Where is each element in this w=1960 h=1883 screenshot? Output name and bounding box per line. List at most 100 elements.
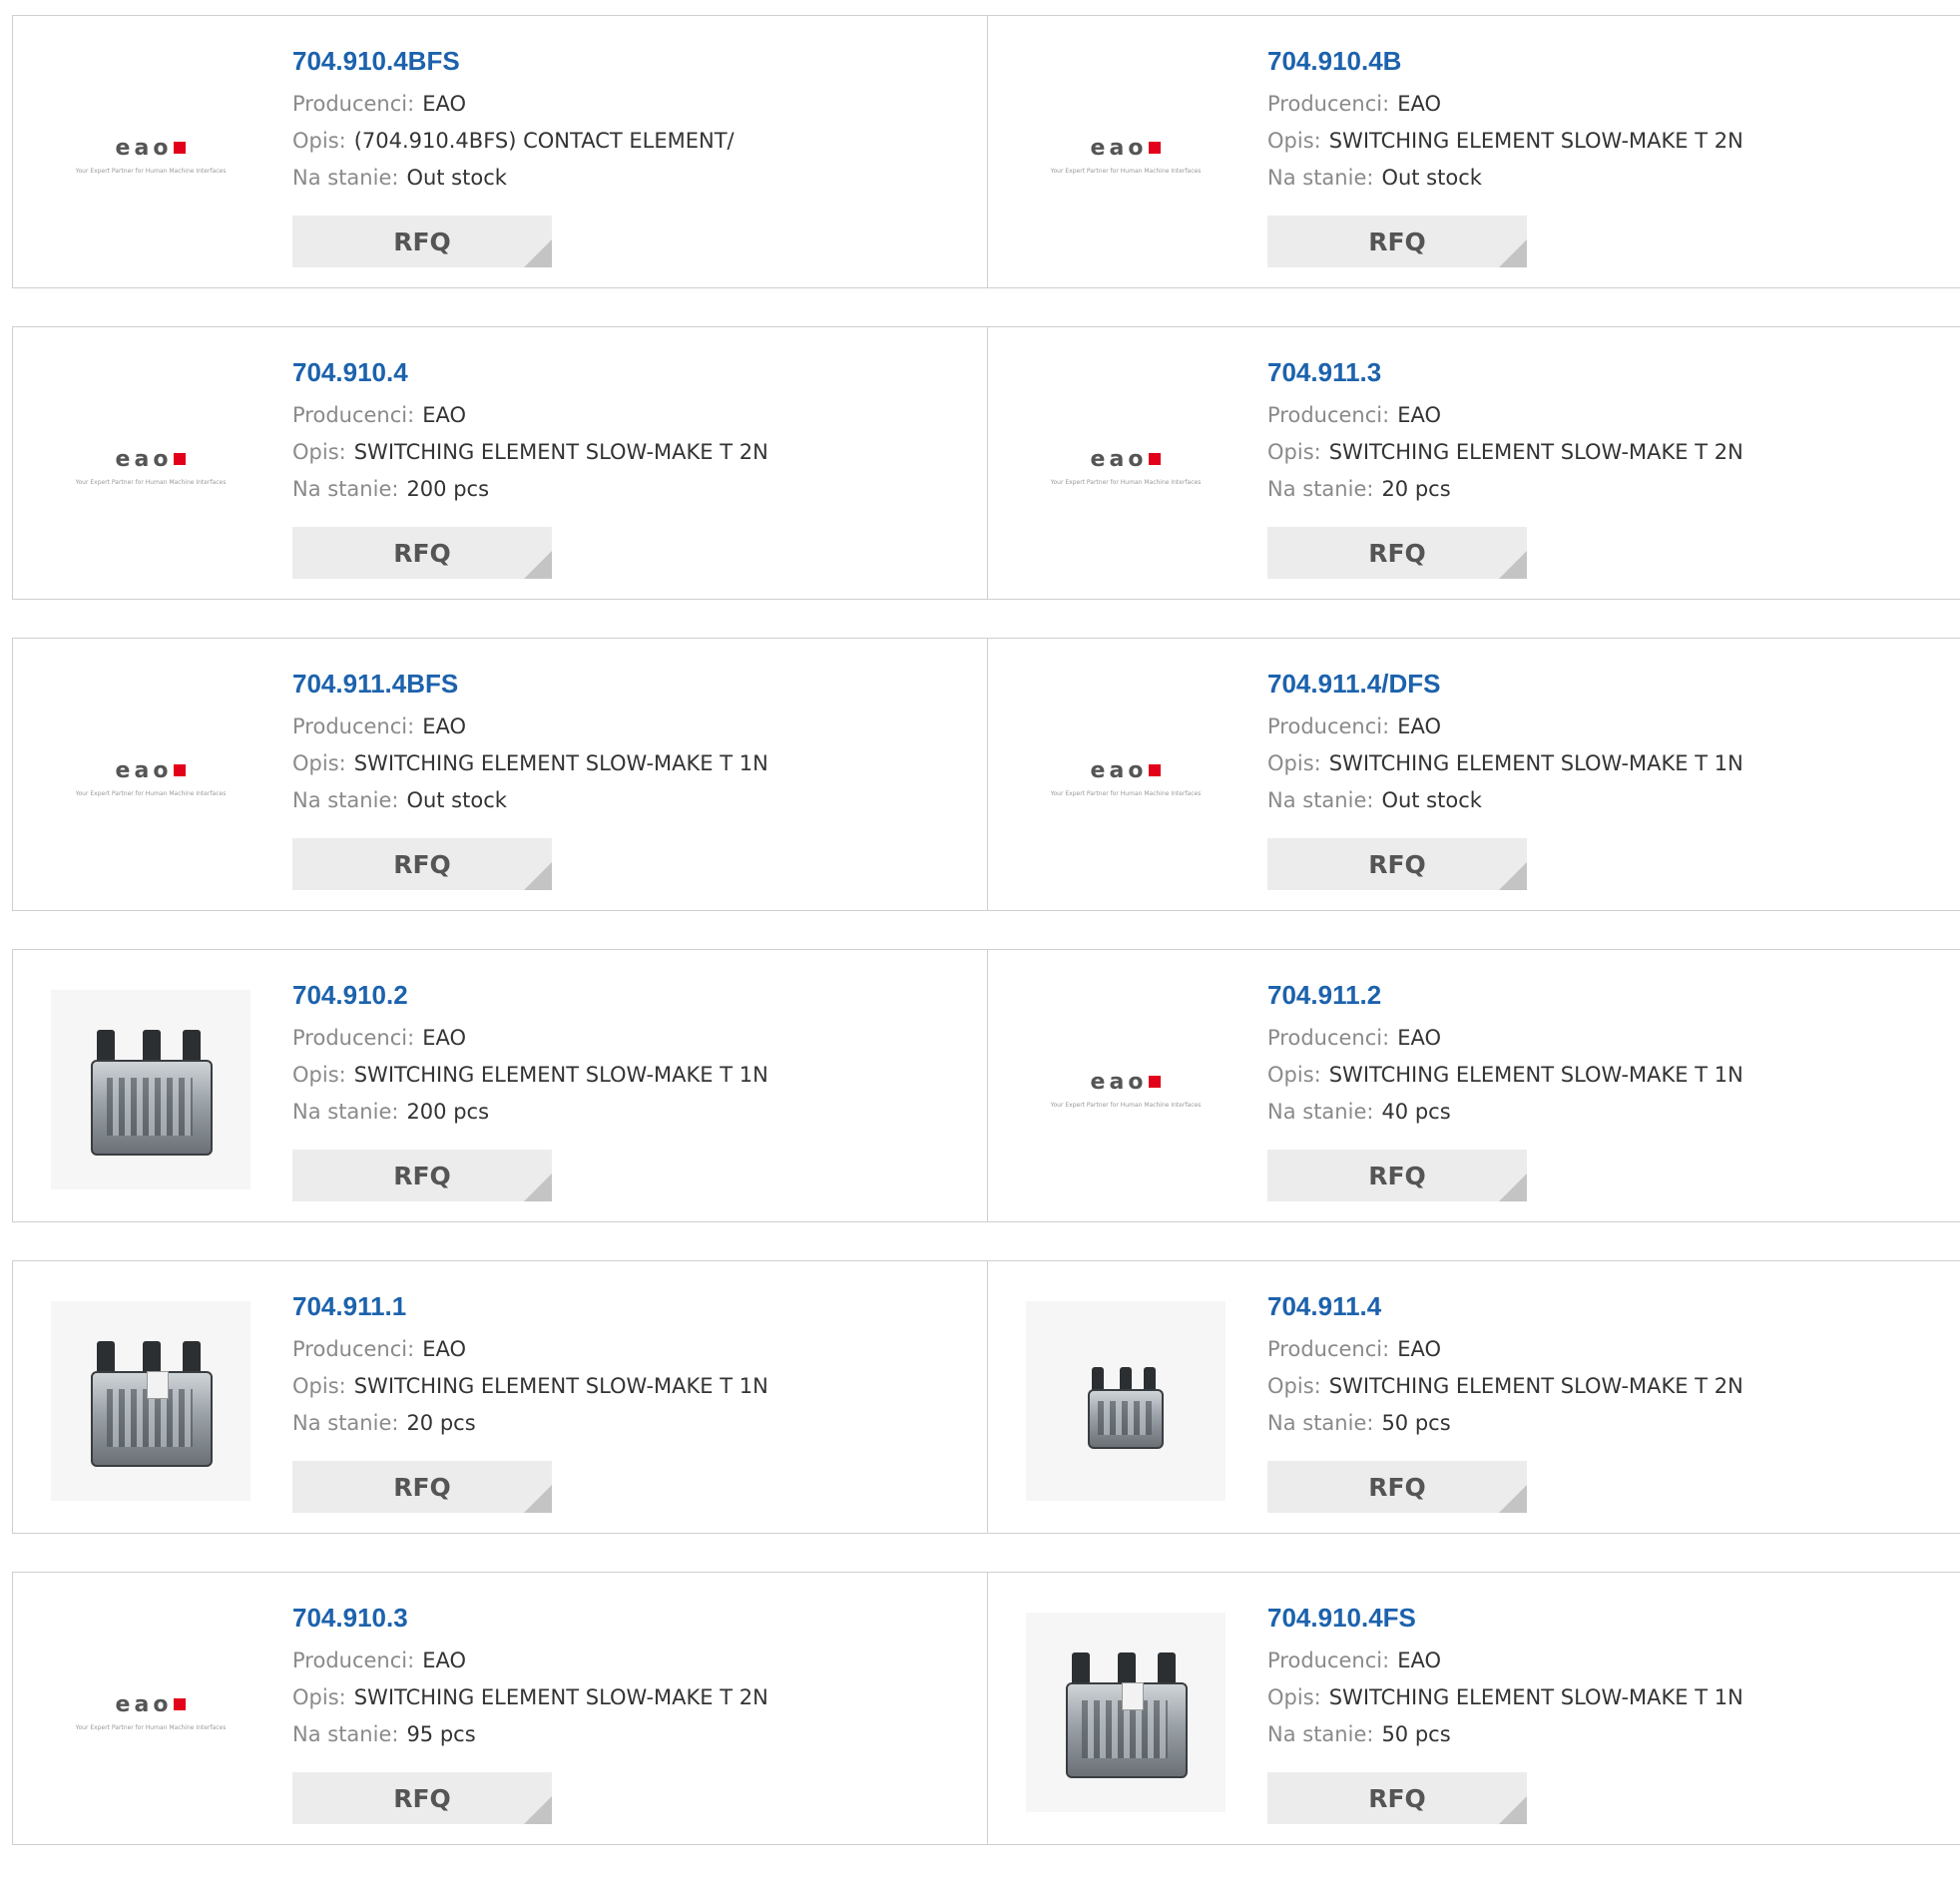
product-info: 704.910.3 Producenci: EAO Opis: SWITCHING EL… bbox=[292, 1601, 977, 1753]
part-number-link[interactable]: 704.910.4FS bbox=[1267, 1601, 1953, 1635]
rfq-button[interactable]: RFQ bbox=[1267, 838, 1527, 890]
stock-line: Na stanie: 200 pcs bbox=[292, 1094, 977, 1131]
rfq-button[interactable]: RFQ bbox=[1267, 1772, 1527, 1824]
rfq-button[interactable]: RFQ bbox=[292, 216, 552, 267]
product-info: 704.911.3 Producenci: EAO Opis: SWITCHING EL… bbox=[1267, 355, 1953, 508]
stock-value: Out stock bbox=[1381, 788, 1482, 812]
part-number-link[interactable]: 704.911.4BFS bbox=[292, 667, 977, 701]
part-number-link[interactable]: 704.911.4 bbox=[1267, 1289, 1953, 1323]
manufacturer-value: EAO bbox=[422, 92, 466, 116]
product-info: 704.910.4FS Producenci: EAO Opis: SWITCHING … bbox=[1267, 1601, 1953, 1753]
product-thumbnail[interactable]: eao Your Expert Partner for Human Machine… bbox=[1026, 56, 1225, 255]
description-line: Opis: SWITCHING ELEMENT SLOW-MAKE T 1N bbox=[292, 1368, 977, 1405]
product-info: 704.910.4BFS Producenci: EAO Opis: (704.910.… bbox=[292, 44, 977, 197]
manufacturer-line: Producenci: EAO bbox=[1267, 1643, 1953, 1679]
logo-red-square-icon bbox=[174, 452, 187, 465]
part-number-link[interactable]: 704.910.4BFS bbox=[292, 44, 977, 78]
product-photo[interactable] bbox=[1026, 1301, 1225, 1501]
logo-red-square-icon bbox=[1149, 452, 1162, 465]
product-thumbnail[interactable]: eao Your Expert Partner for Human Machine… bbox=[1026, 367, 1225, 567]
description-line: Opis: SWITCHING ELEMENT SLOW-MAKE T 1N bbox=[292, 745, 977, 782]
part-number-link[interactable]: 704.910.3 bbox=[292, 1601, 977, 1635]
product-card: eao Your Expert Partner for Human Machine… bbox=[12, 326, 988, 600]
product-thumbnail[interactable]: eao Your Expert Partner for Human Machine… bbox=[1026, 990, 1225, 1189]
rfq-button[interactable]: RFQ bbox=[292, 1150, 552, 1201]
description-value: (704.910.4BFS) CONTACT ELEMENT/ bbox=[353, 129, 735, 153]
description-line: Opis: SWITCHING ELEMENT SLOW-MAKE T 1N bbox=[292, 1057, 977, 1094]
part-number-link[interactable]: 704.910.4B bbox=[1267, 44, 1953, 78]
part-number-link[interactable]: 704.910.4 bbox=[292, 355, 977, 389]
product-photo[interactable] bbox=[51, 1301, 250, 1501]
part-number-link[interactable]: 704.911.1 bbox=[292, 1289, 977, 1323]
description-label: Opis: bbox=[292, 751, 346, 775]
manufacturer-value: EAO bbox=[422, 403, 466, 427]
product-card: eao Your Expert Partner for Human Machine… bbox=[988, 638, 1960, 911]
product-thumbnail[interactable] bbox=[1026, 1301, 1225, 1501]
product-thumbnail[interactable] bbox=[51, 1301, 250, 1501]
product-info: 704.910.2 Producenci: EAO Opis: SWITCHING EL… bbox=[292, 978, 977, 1131]
stock-line: Na stanie: 95 pcs bbox=[292, 1716, 977, 1753]
description-label: Opis: bbox=[292, 1374, 346, 1398]
manufacturer-line: Producenci: EAO bbox=[1267, 1331, 1953, 1368]
logo-tagline: Your Expert Partner for Human Machine In… bbox=[1050, 1101, 1202, 1109]
product-row: eao Your Expert Partner for Human Machine… bbox=[12, 15, 1960, 288]
part-number-link[interactable]: 704.910.2 bbox=[292, 978, 977, 1012]
description-value: SWITCHING ELEMENT SLOW-MAKE T 1N bbox=[353, 1374, 768, 1398]
manufacturer-value: EAO bbox=[422, 1337, 466, 1361]
product-info: 704.911.1 Producenci: EAO Opis: SWITCHING EL… bbox=[292, 1289, 977, 1442]
product-thumbnail[interactable] bbox=[1026, 1613, 1225, 1812]
product-row: 704.910.2 Producenci: EAO Opis: SWITCHING EL… bbox=[12, 949, 1960, 1222]
product-info: 704.911.4 Producenci: EAO Opis: SWITCHING EL… bbox=[1267, 1289, 1953, 1442]
description-value: SWITCHING ELEMENT SLOW-MAKE T 1N bbox=[353, 1063, 768, 1087]
stock-value: Out stock bbox=[406, 788, 507, 812]
stock-value: 200 pcs bbox=[406, 477, 490, 501]
part-number-link[interactable]: 704.911.2 bbox=[1267, 978, 1953, 1012]
description-line: Opis: SWITCHING ELEMENT SLOW-MAKE T 2N bbox=[1267, 1368, 1953, 1405]
product-row: eao Your Expert Partner for Human Machine… bbox=[12, 1572, 1960, 1845]
stock-line: Na stanie: Out stock bbox=[1267, 782, 1953, 819]
stock-label: Na stanie: bbox=[1267, 477, 1374, 501]
manufacturer-value: EAO bbox=[422, 1026, 466, 1050]
product-info: 704.911.4/DFS Producenci: EAO Opis: SWITCHIN… bbox=[1267, 667, 1953, 819]
part-number-link[interactable]: 704.911.4/DFS bbox=[1267, 667, 1953, 701]
product-thumbnail[interactable]: eao Your Expert Partner for Human Machine… bbox=[51, 1613, 250, 1812]
product-thumbnail[interactable]: eao Your Expert Partner for Human Machine… bbox=[51, 367, 250, 567]
rfq-button[interactable]: RFQ bbox=[1267, 216, 1527, 267]
product-thumbnail[interactable]: eao Your Expert Partner for Human Machine… bbox=[51, 56, 250, 255]
rfq-button[interactable]: RFQ bbox=[1267, 1150, 1527, 1201]
manufacturer-label: Producenci: bbox=[292, 403, 415, 427]
manufacturer-value: EAO bbox=[1397, 92, 1441, 116]
manufacturer-label: Producenci: bbox=[1267, 1648, 1390, 1672]
stock-line: Na stanie: Out stock bbox=[292, 160, 977, 197]
eao-logo: eao Your Expert Partner for Human Machine… bbox=[51, 137, 250, 175]
product-card: 704.910.4FS Producenci: EAO Opis: SWITCHING … bbox=[988, 1572, 1960, 1845]
logo-word: eao bbox=[115, 757, 173, 783]
product-thumbnail[interactable]: eao Your Expert Partner for Human Machine… bbox=[1026, 679, 1225, 878]
rfq-button[interactable]: RFQ bbox=[1267, 527, 1527, 579]
description-label: Opis: bbox=[1267, 1063, 1321, 1087]
description-value: SWITCHING ELEMENT SLOW-MAKE T 1N bbox=[1328, 1685, 1743, 1709]
rfq-button[interactable]: RFQ bbox=[292, 838, 552, 890]
product-thumbnail[interactable] bbox=[51, 990, 250, 1189]
manufacturer-line: Producenci: EAO bbox=[1267, 397, 1953, 434]
manufacturer-label: Producenci: bbox=[292, 1337, 415, 1361]
eao-logo: eao Your Expert Partner for Human Machine… bbox=[1026, 448, 1225, 486]
rfq-button[interactable]: RFQ bbox=[292, 1461, 552, 1513]
product-photo[interactable] bbox=[1026, 1613, 1225, 1812]
rfq-button[interactable]: RFQ bbox=[292, 527, 552, 579]
rfq-button[interactable]: RFQ bbox=[1267, 1461, 1527, 1513]
stock-value: Out stock bbox=[1381, 166, 1482, 190]
product-photo[interactable] bbox=[51, 990, 250, 1189]
product-card: eao Your Expert Partner for Human Machine… bbox=[12, 15, 988, 288]
description-value: SWITCHING ELEMENT SLOW-MAKE T 2N bbox=[1328, 129, 1743, 153]
part-number-link[interactable]: 704.911.3 bbox=[1267, 355, 1953, 389]
product-card: eao Your Expert Partner for Human Machine… bbox=[988, 949, 1960, 1222]
manufacturer-line: Producenci: EAO bbox=[1267, 86, 1953, 123]
description-value: SWITCHING ELEMENT SLOW-MAKE T 1N bbox=[353, 751, 768, 775]
eao-logo: eao Your Expert Partner for Human Machine… bbox=[1026, 1071, 1225, 1109]
rfq-button[interactable]: RFQ bbox=[292, 1772, 552, 1824]
logo-tagline: Your Expert Partner for Human Machine In… bbox=[75, 167, 227, 175]
logo-word: eao bbox=[1090, 757, 1148, 783]
product-thumbnail[interactable]: eao Your Expert Partner for Human Machine… bbox=[51, 679, 250, 878]
product-row: eao Your Expert Partner for Human Machine… bbox=[12, 326, 1960, 600]
